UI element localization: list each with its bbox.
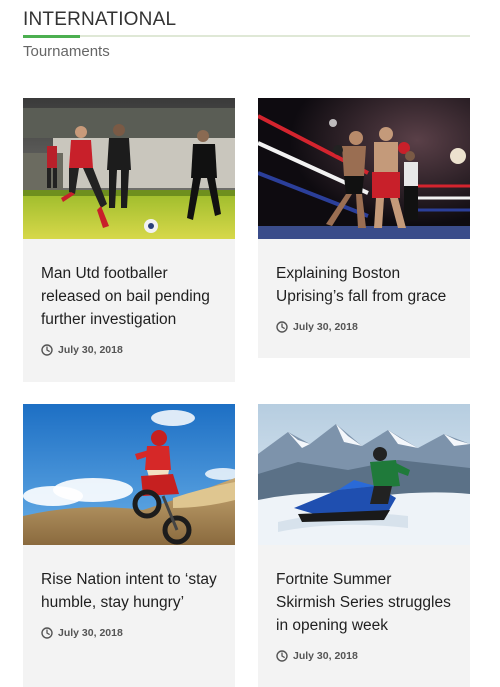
clock-icon — [276, 650, 288, 662]
article-date: July 30, 2018 — [41, 344, 217, 356]
section-subtitle: Tournaments — [23, 43, 110, 60]
article-title[interactable]: Man Utd footballer released on bail pend… — [41, 262, 217, 331]
article-date: July 30, 2018 — [276, 321, 452, 333]
clock-icon — [41, 627, 53, 639]
article-date: July 30, 2018 — [276, 650, 452, 662]
article-date-text: July 30, 2018 — [58, 627, 123, 639]
section-header: INTERNATIONAL Tournaments — [23, 8, 470, 61]
motocross-rider-photo[interactable] — [23, 404, 235, 545]
clock-icon — [41, 344, 53, 356]
article-card[interactable]: Fortnite Summer Skirmish Series struggle… — [258, 404, 470, 687]
article-title[interactable]: Explaining Boston Uprising’s fall from g… — [276, 262, 452, 308]
header-divider — [23, 35, 470, 38]
article-title[interactable]: Fortnite Summer Skirmish Series struggle… — [276, 568, 452, 637]
boxing-match-photo[interactable] — [258, 98, 470, 239]
snowmobile-photo[interactable] — [258, 404, 470, 545]
article-date-text: July 30, 2018 — [293, 650, 358, 662]
article-card[interactable]: Man Utd footballer released on bail pend… — [23, 98, 235, 382]
section-title: INTERNATIONAL — [23, 9, 177, 30]
article-date: July 30, 2018 — [41, 627, 217, 639]
soccer-match-photo[interactable] — [23, 98, 235, 239]
article-title[interactable]: Rise Nation intent to ‘stay humble, stay… — [41, 568, 217, 614]
article-card[interactable]: Explaining Boston Uprising’s fall from g… — [258, 98, 470, 358]
header-accent-bar — [23, 35, 80, 38]
article-card[interactable]: Rise Nation intent to ‘stay humble, stay… — [23, 404, 235, 687]
article-date-text: July 30, 2018 — [58, 344, 123, 356]
clock-icon — [276, 321, 288, 333]
article-date-text: July 30, 2018 — [293, 321, 358, 333]
